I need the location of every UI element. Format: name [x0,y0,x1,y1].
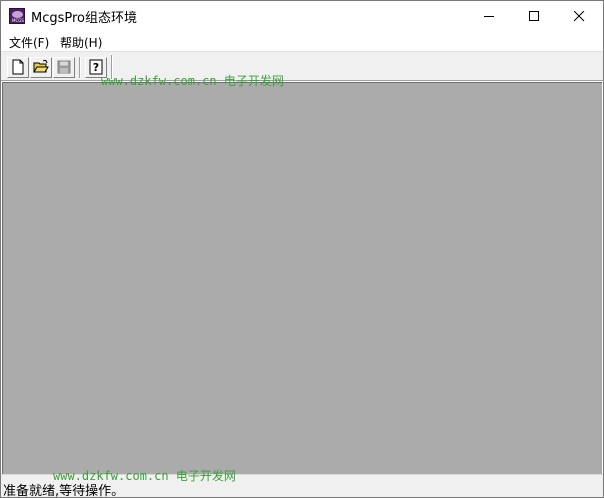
mcgs-app-icon[interactable]: MCGS [9,8,25,24]
menu-file[interactable]: 文件(F) [9,34,49,51]
new-file-button[interactable] [7,57,29,78]
close-icon [574,11,585,22]
menu-bar: 文件(F) 帮助(H) [1,31,603,51]
toolbar: ? [1,52,603,81]
menu-help[interactable]: 帮助(H) [60,34,102,51]
minimize-button[interactable] [467,1,512,31]
open-folder-icon [33,59,49,73]
open-file-button[interactable] [30,57,52,78]
close-button[interactable] [557,1,602,31]
watermark-top: www.dzkfw.com.cn 电子开发网 [101,74,284,88]
main-window: MCGS McgsPro组态环境 文件(F) 帮助(H) ? 准备就绪,等待操作… [0,0,604,498]
save-disk-icon [57,60,71,74]
save-button[interactable] [53,57,75,78]
workspace-area[interactable] [2,82,602,474]
svg-text:?: ? [93,61,99,74]
window-title: McgsPro组态环境 [31,11,138,26]
watermark-bottom: www.dzkfw.com.cn 电子开发网 [53,469,236,483]
minimize-icon [484,16,494,17]
toolbar-separator [79,57,81,78]
title-bar[interactable]: MCGS McgsPro组态环境 [1,1,603,31]
maximize-icon [529,11,539,21]
icon-caption: MCGS [12,18,24,23]
new-file-icon [12,59,24,75]
maximize-button[interactable] [512,1,557,31]
icon-blob [12,11,23,18]
